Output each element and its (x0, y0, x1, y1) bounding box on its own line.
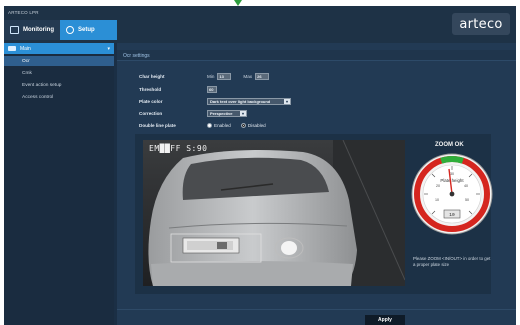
correction-label: Correction (139, 110, 163, 116)
monitor-icon (10, 26, 19, 34)
sidebar-item-label: Ocr (22, 58, 30, 64)
sidebar-item-label: Access control (22, 94, 54, 100)
gauge-tick-label: 20 (436, 184, 440, 188)
radio-label: Enabled (214, 122, 231, 128)
gear-icon (66, 26, 74, 34)
plate-color-select[interactable]: Dark text over light background ▾ (207, 97, 291, 105)
sidebar-group-label: Main (20, 45, 31, 52)
sidebar: Main ▾ Ocr Cmk Event action setup Access… (4, 43, 114, 325)
tab-setup[interactable]: Setup (60, 20, 117, 40)
footer-divider (117, 309, 516, 310)
sidebar-item-event-action-setup[interactable]: Event action setup (4, 80, 114, 90)
sidebar-item-cmk[interactable]: Cmk (4, 68, 114, 78)
gauge-tick-label: 10 (435, 198, 439, 202)
gauge-tick-label: 50 (465, 198, 469, 202)
camera-panel: EM██FF S:90 ZOOM OK Plate height 10 20 3… (135, 134, 493, 294)
apply-button[interactable]: Apply (365, 315, 405, 325)
gauge-tick-label: 30 (450, 172, 454, 176)
max-label: Max (243, 73, 253, 79)
plate-color-value: Dark text over light background (210, 98, 271, 104)
char-height-row: Char height Min 13 Max 26 (139, 72, 281, 80)
app-title: ARTECO LPR (8, 10, 39, 15)
chevron-down-icon: ▾ (240, 110, 246, 116)
correction-select[interactable]: Perspective ▾ (207, 109, 247, 117)
camera-icon (8, 46, 16, 51)
char-height-max-input[interactable]: 26 (255, 72, 270, 80)
main-content: Ocr settings Char height Min 13 Max 26 T… (117, 43, 516, 325)
chevron-down-icon: ▾ (284, 98, 290, 104)
brand-logo: arteco (452, 13, 510, 35)
correction-row: Correction Perspective ▾ (139, 109, 247, 117)
chevron-down-icon: ▾ (107, 45, 110, 52)
header: ARTECO LPR Monitoring Setup arteco (4, 6, 516, 43)
zoom-gauge: Plate height 10 20 30 40 50 10 (411, 153, 493, 235)
sidebar-item-label: Cmk (22, 70, 32, 76)
radio-icon (207, 122, 212, 128)
threshold-input[interactable]: 60 (207, 85, 217, 93)
tab-monitoring-label: Monitoring (23, 27, 54, 33)
double-line-disabled-radio[interactable]: Disabled (240, 122, 266, 128)
camera-view[interactable]: EM██FF S:90 (143, 140, 405, 286)
car-rear-image (143, 140, 405, 286)
tab-monitoring[interactable]: Monitoring (4, 20, 60, 40)
min-label: Min (207, 73, 215, 79)
sidebar-group-main[interactable]: Main ▾ (4, 43, 114, 54)
double-line-row: Double line plate Enabled Disabled (139, 121, 276, 129)
radio-label: Disabled (247, 122, 266, 128)
char-height-label: Char height (139, 73, 165, 79)
threshold-label: Threshold (139, 86, 162, 92)
gauge-label: Plate height (440, 178, 464, 183)
app-window: ARTECO LPR Monitoring Setup arteco Main … (4, 6, 516, 325)
sidebar-item-access-control[interactable]: Access control (4, 92, 114, 102)
camera-overlay-text: EM██FF S:90 (149, 144, 208, 153)
sidebar-item-ocr[interactable]: Ocr (4, 56, 114, 66)
radio-selected-icon (240, 122, 246, 128)
section-title: Ocr settings (123, 53, 150, 59)
tab-setup-label: Setup (78, 27, 95, 33)
correction-value: Perspective (210, 110, 233, 116)
plate-color-label: Plate color (139, 98, 163, 104)
plate-color-row: Plate color Dark text over light backgro… (139, 97, 291, 105)
gauge-readout: 10 (449, 212, 455, 218)
zoom-status: ZOOM OK (435, 142, 464, 148)
double-line-label: Double line plate (139, 122, 176, 128)
section-header: Ocr settings (117, 50, 516, 61)
sidebar-item-label: Event action setup (22, 82, 62, 88)
threshold-row: Threshold 60 (139, 85, 229, 93)
gauge-tick-label: 40 (464, 184, 468, 188)
double-line-enabled-radio[interactable]: Enabled (207, 122, 231, 128)
zoom-instructions: Please ZOOM <IN/OUT> in order to get a p… (413, 256, 491, 267)
char-height-min-input[interactable]: 13 (217, 72, 232, 80)
